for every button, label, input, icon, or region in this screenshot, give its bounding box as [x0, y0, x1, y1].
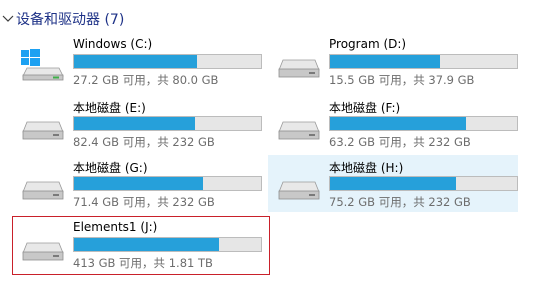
- hard-drive-icon: [22, 181, 64, 200]
- drive-name: 本地磁盘 (F:): [329, 101, 401, 115]
- drive-name: 本地磁盘 (G:): [73, 161, 148, 175]
- drive-name: Elements1 (J:): [73, 220, 158, 234]
- drive-space-info: 15.5 GB 可用，共 37.9 GB: [329, 73, 475, 87]
- drive-space-info: 413 GB 可用，共 1.81 TB: [73, 256, 213, 270]
- usage-bar-fill: [330, 117, 467, 130]
- usage-bar: [329, 54, 518, 69]
- usage-bar-fill: [74, 238, 220, 251]
- chevron-down-icon[interactable]: [0, 10, 16, 26]
- drive-name: 本地磁盘 (H:): [329, 161, 404, 175]
- hard-drive-icon: [22, 121, 64, 140]
- group-header[interactable]: 设备和驱动器 (7): [0, 4, 536, 32]
- group-title: 设备和驱动器 (7): [16, 12, 125, 28]
- usage-bar: [73, 54, 262, 69]
- usage-bar: [73, 116, 262, 131]
- drive-space-info: 82.4 GB 可用，共 232 GB: [73, 135, 215, 149]
- drive-tile-j[interactable]: Elements1 (J:) 413 GB 可用，共 1.81 TB: [12, 216, 270, 275]
- usage-bar-fill: [74, 177, 204, 190]
- drive-space-info: 75.2 GB 可用，共 232 GB: [329, 195, 471, 209]
- drive-tile-d[interactable]: Program (D:) 15.5 GB 可用，共 37.9 GB: [268, 33, 518, 90]
- usage-bar: [73, 237, 262, 252]
- usage-bar: [329, 176, 518, 191]
- usage-bar-fill: [74, 55, 198, 68]
- hard-drive-icon: [278, 59, 320, 78]
- usage-bar: [329, 116, 518, 131]
- drive-space-info: 27.2 GB 可用，共 80.0 GB: [73, 73, 219, 87]
- hard-drive-icon: [278, 181, 320, 200]
- drive-space-info: 71.4 GB 可用，共 232 GB: [73, 195, 215, 209]
- drive-name: 本地磁盘 (E:): [73, 101, 146, 115]
- drive-space-info: 63.2 GB 可用，共 232 GB: [329, 135, 471, 149]
- usage-bar-fill: [330, 177, 457, 190]
- drive-tile-g[interactable]: 本地磁盘 (G:) 71.4 GB 可用，共 232 GB: [12, 155, 262, 212]
- windows-drive-icon: [21, 49, 64, 81]
- drive-tile-c[interactable]: Windows (C:) 27.2 GB 可用，共 80.0 GB: [12, 33, 262, 90]
- usage-bar-fill: [330, 55, 441, 68]
- drive-tile-f[interactable]: 本地磁盘 (F:) 63.2 GB 可用，共 232 GB: [268, 95, 518, 152]
- drive-tile-e[interactable]: 本地磁盘 (E:) 82.4 GB 可用，共 232 GB: [12, 95, 262, 152]
- hard-drive-icon: [22, 242, 64, 261]
- usage-bar-fill: [74, 117, 195, 130]
- drive-tile-h[interactable]: 本地磁盘 (H:) 75.2 GB 可用，共 232 GB: [268, 155, 518, 212]
- drive-name: Windows (C:): [73, 37, 153, 51]
- drive-name: Program (D:): [329, 37, 407, 51]
- hard-drive-icon: [278, 121, 320, 140]
- usage-bar: [73, 176, 262, 191]
